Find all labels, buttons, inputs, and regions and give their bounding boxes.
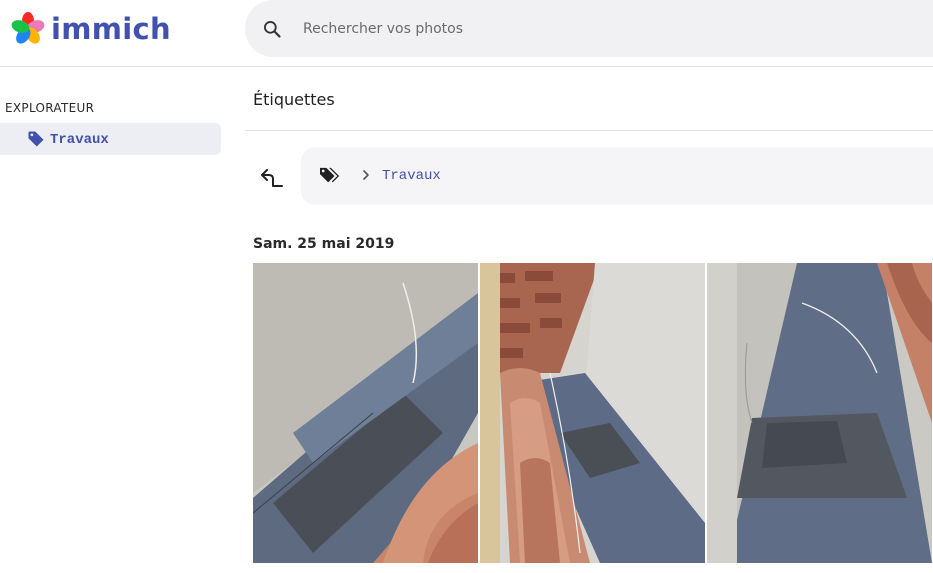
breadcrumb: Travaux xyxy=(301,147,933,205)
chevron-right-icon xyxy=(363,170,369,180)
app-name: immich xyxy=(51,12,171,46)
sidebar: EXPLORATEUR Travaux xyxy=(0,67,233,573)
divider xyxy=(245,130,933,131)
search-bar[interactable] xyxy=(245,0,933,57)
search-icon[interactable] xyxy=(262,19,282,39)
roof-gutter-photo xyxy=(253,263,478,563)
up-arrow-icon[interactable] xyxy=(258,164,286,192)
sidebar-item-label: Travaux xyxy=(50,132,109,148)
breadcrumb-item-travaux[interactable]: Travaux xyxy=(382,168,441,184)
tag-icon xyxy=(28,131,44,147)
sidebar-item-travaux[interactable]: Travaux xyxy=(0,123,221,155)
immich-logo-icon xyxy=(11,12,45,44)
top-bar: immich xyxy=(0,0,933,67)
date-group-heading[interactable]: Sam. 25 mai 2019 xyxy=(253,236,394,252)
tags-icon[interactable] xyxy=(319,166,341,186)
search-input[interactable] xyxy=(303,18,803,40)
photo-thumbnail[interactable] xyxy=(480,263,705,563)
app-logo[interactable]: immich xyxy=(10,11,171,47)
roof-tiles-photo xyxy=(480,263,705,563)
main-content: Étiquettes Travaux Sam. 25 mai 2019 xyxy=(245,67,933,573)
photo-thumbnail[interactable] xyxy=(253,263,478,563)
sidebar-heading: EXPLORATEUR xyxy=(5,101,95,115)
roof-ridge-photo xyxy=(707,263,932,563)
page-title: Étiquettes xyxy=(253,90,335,109)
photo-thumbnail[interactable] xyxy=(707,263,932,563)
